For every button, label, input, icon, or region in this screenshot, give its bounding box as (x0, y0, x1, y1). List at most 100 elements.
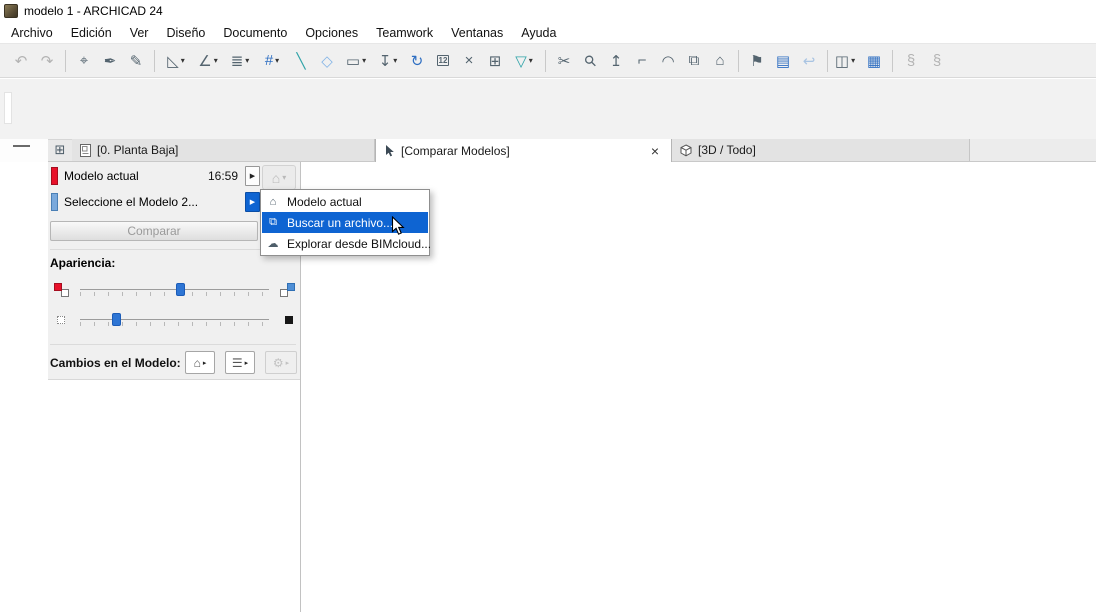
mini-arrow-icon: ▸ (245, 359, 249, 367)
tab-comparar-modelos[interactable]: [Comparar Modelos] × (375, 139, 672, 162)
changes-list-area (48, 379, 300, 612)
archicad-window: modelo 1 - ARCHICAD 24 ArchivoEdiciónVer… (0, 0, 1096, 612)
separator: ▾ (887, 49, 898, 73)
separator: ▾ (540, 49, 551, 73)
slope-icon[interactable]: ╲▾ (288, 47, 314, 74)
outline-max-icon (285, 316, 293, 324)
trim-icon[interactable]: ⌐▾ (629, 47, 655, 74)
dimension-text-icon[interactable]: 12▾ (430, 47, 456, 74)
schedule-icon[interactable]: ▦▾ (861, 47, 887, 74)
tab-bar: ⊞ [0. Planta Baja] [Comparar Modelos] × … (48, 139, 1096, 162)
back-reference-icon[interactable]: ↩▾ (796, 47, 822, 74)
pickup-parameters-icon[interactable]: ⌖▾ (71, 47, 97, 74)
quad-view-icon[interactable]: ⊞ (48, 139, 72, 161)
model2-fill-icon (280, 283, 297, 298)
model1-color-swatch (51, 167, 58, 185)
gravity-icon[interactable]: ↧▾ (372, 47, 404, 74)
guide-lines-icon[interactable]: ◺▾ (160, 47, 192, 74)
snap-grid-icon[interactable]: #▾ (256, 47, 288, 74)
menu-item-explorar-bimcloud[interactable]: ☁ Explorar desde BIMcloud... (262, 233, 428, 254)
snap-points-icon[interactable]: ≣▾ (224, 47, 256, 74)
gear-icon: ⚙ (273, 356, 284, 370)
list-icon: ☰ (232, 356, 243, 370)
fillet-icon[interactable]: ◠▾ (655, 47, 681, 74)
mini-arrow-icon: ▸ (286, 359, 290, 367)
tab-close-icon[interactable]: × (647, 144, 663, 158)
tab-label: [0. Planta Baja] (97, 143, 178, 157)
elevate-icon[interactable]: ↥▾ (603, 47, 629, 74)
panel-separator (50, 344, 296, 345)
door-window-icon[interactable]: ◫▾ (829, 47, 861, 74)
menu-teamwork[interactable]: Teamwork (367, 23, 442, 43)
model2-menu-button[interactable]: ▶ (245, 192, 260, 212)
window-title: modelo 1 - ARCHICAD 24 (24, 4, 163, 18)
separator: ▾ (822, 49, 829, 73)
home-story-icon[interactable]: ⌂▾ (707, 47, 733, 74)
dock-area (0, 79, 1096, 139)
changes-settings-button[interactable]: ⚙ ▸ (265, 351, 297, 374)
renovation-icon[interactable]: ↻▾ (404, 47, 430, 74)
inject-parameters-icon[interactable]: ✒▾ (97, 47, 123, 74)
tab-planta-baja[interactable]: [0. Planta Baja] (72, 139, 375, 161)
compare-models-icon (384, 144, 395, 157)
model1-time: 16:59 (208, 169, 245, 183)
menu-ventanas[interactable]: Ventanas (442, 23, 512, 43)
edit-elements-icon[interactable]: ✎▾ (123, 47, 149, 74)
menu-opciones[interactable]: Opciones (296, 23, 367, 43)
resize-icon[interactable]: ⧉▾ (681, 47, 707, 74)
title-bar: modelo 1 - ARCHICAD 24 (0, 0, 1096, 22)
highlight-changes-button[interactable]: ⌂ ▸ (185, 351, 215, 374)
menu-bar: ArchivoEdiciónVerDiseñoDocumentoOpciones… (0, 22, 1096, 43)
magic-wand-icon[interactable]: ◇▾ (314, 47, 340, 74)
menu-archivo[interactable]: Archivo (2, 23, 62, 43)
menu-item-modelo-actual[interactable]: ⌂ Modelo actual (262, 191, 428, 212)
mini-arrow-icon: ▸ (203, 359, 207, 367)
split-icon[interactable]: ✂▾ (551, 47, 577, 74)
changes-list-button[interactable]: ☰ ▸ (225, 351, 255, 374)
delete-icon[interactable]: ×▾ (456, 47, 482, 74)
hotlink-icon[interactable]: §▾ (898, 47, 924, 74)
filter-icon[interactable]: ▽▾ (508, 47, 540, 74)
xref-icon[interactable]: §▾ (924, 47, 950, 74)
highlight-changes-icon: ⌂ (194, 356, 201, 370)
slider-thumb[interactable] (176, 283, 185, 296)
marquee-icon[interactable]: ▭▾ (340, 47, 372, 74)
chevron-down-icon: ▾ (282, 173, 286, 182)
compare-button[interactable]: Comparar (50, 221, 258, 241)
menu-ayuda[interactable]: Ayuda (512, 23, 565, 43)
model-source-button[interactable]: ⌂ ▾ (262, 165, 296, 190)
menu-edicion[interactable]: Edición (62, 23, 121, 43)
slider-thumb[interactable] (112, 313, 121, 326)
menu-ver[interactable]: Ver (121, 23, 158, 43)
model2-label: Seleccione el Modelo 2... (64, 195, 198, 209)
tab-label: [3D / Todo] (698, 143, 756, 157)
marker-flag-icon[interactable]: ⚑▾ (744, 47, 770, 74)
model-changes-row: Cambios en el Modelo: ⌂ ▸ ☰ ▸ ⚙ ▸ (50, 351, 299, 375)
drafting-grid-icon[interactable]: ⊞▾ (482, 47, 508, 74)
tab-filler (970, 139, 1096, 161)
menu-documento[interactable]: Documento (214, 23, 296, 43)
model2-color-swatch (51, 193, 58, 211)
mouse-cursor (391, 216, 405, 236)
redo-icon[interactable]: ↷▾ (34, 47, 60, 74)
collapsed-palette-handle[interactable] (13, 145, 30, 147)
palette-dock (0, 139, 48, 162)
snap-guides-icon[interactable]: ∠▾ (192, 47, 224, 74)
element-list-icon[interactable]: ▤▾ (770, 47, 796, 74)
fill-appearance-slider (52, 281, 297, 301)
main-toolbar: ↶▾↷▾▾⌖▾✒▾✎▾▾◺▾∠▾≣▾#▾╲▾◇▾▭▾↧▾↻▾12▾×▾⊞▾▽▾▾… (0, 43, 1096, 78)
tab-3d-todo[interactable]: [3D / Todo] (672, 139, 970, 161)
floor-plan-icon (80, 144, 91, 157)
model1-menu-button[interactable]: ▶ (245, 166, 260, 186)
appearance-label: Apariencia: (50, 256, 115, 270)
menu-diseno[interactable]: Diseño (157, 23, 214, 43)
app-icon (4, 4, 18, 18)
zoom-icon[interactable]: ⚲▾ (577, 47, 603, 74)
model2-row: Seleccione el Modelo 2... ▶ (50, 190, 260, 214)
empty-palette-strip (5, 93, 11, 123)
cube-3d-icon (680, 144, 692, 157)
undo-icon[interactable]: ↶▾ (8, 47, 34, 74)
tab-label: [Comparar Modelos] (401, 144, 510, 158)
model1-fill-icon (54, 283, 71, 298)
outline-min-icon (57, 316, 65, 324)
